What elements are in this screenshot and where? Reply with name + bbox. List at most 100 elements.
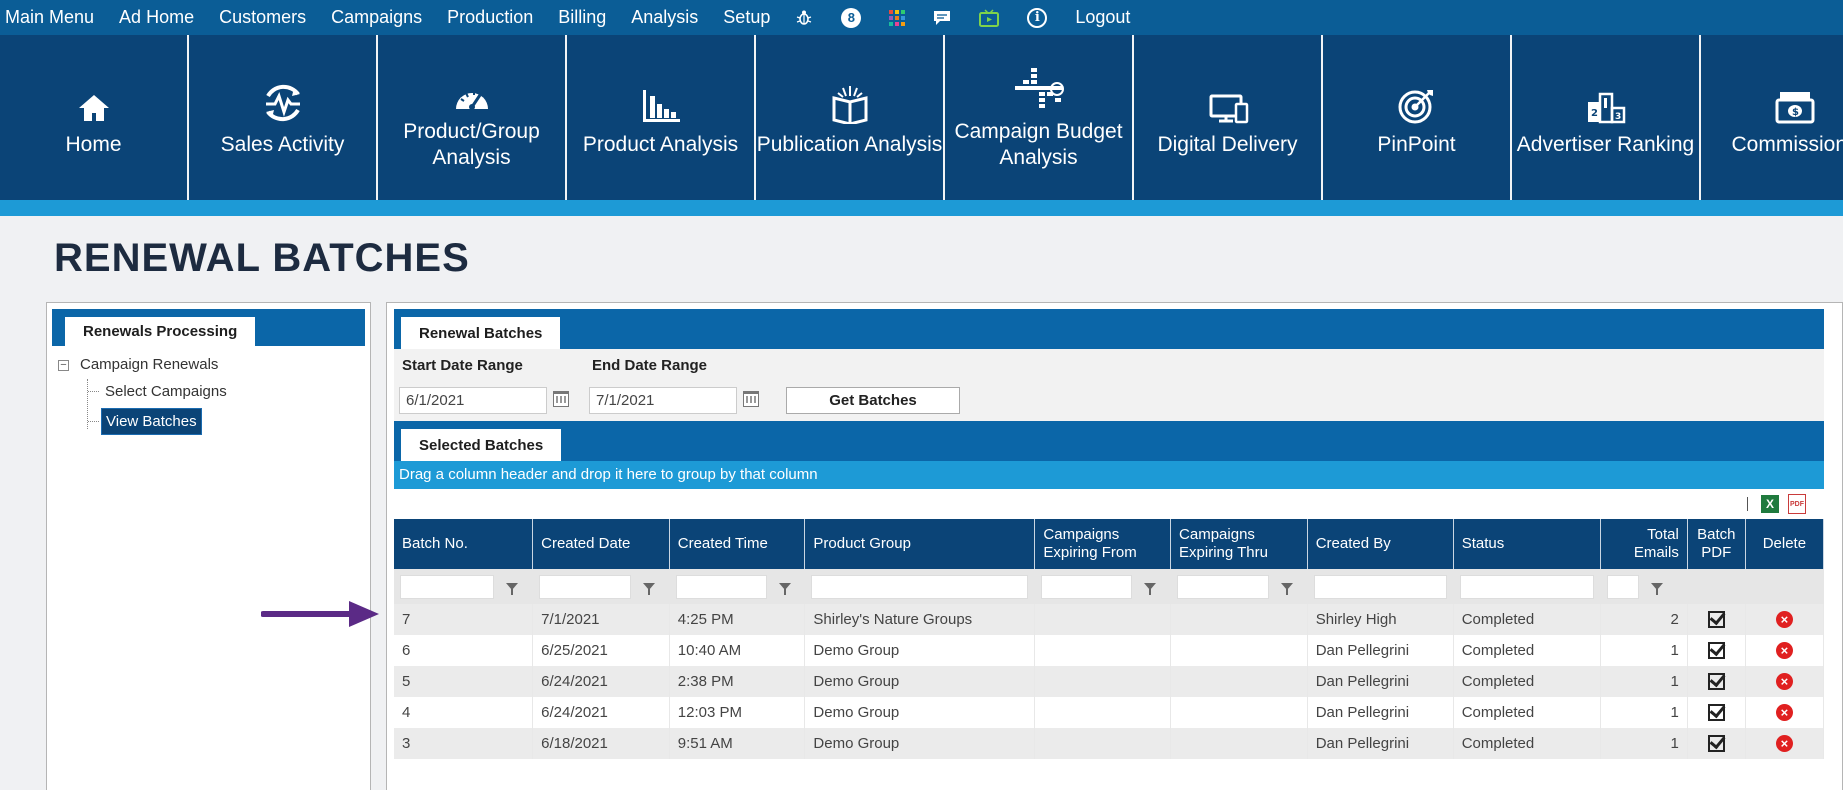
filter-icon[interactable] (1144, 583, 1157, 595)
batch-pdf-checkbox-icon[interactable] (1707, 735, 1725, 753)
filter-input[interactable] (1459, 574, 1594, 599)
menu-ad-home[interactable]: Ad Home (119, 7, 194, 28)
cell-expiring-from (1034, 635, 1172, 666)
column-header[interactable]: Total Emails (1600, 519, 1688, 569)
table-row[interactable]: 3 6/18/2021 9:51 AM Demo Group Dan Pelle… (394, 728, 1825, 759)
tile-sales-activity[interactable]: Sales Activity (189, 35, 378, 200)
tile-publication-analysis[interactable]: Publication Analysis (756, 35, 945, 200)
filter-input[interactable] (400, 574, 494, 599)
cell-created-date: 6/18/2021 (532, 728, 670, 759)
filter-input[interactable] (811, 574, 1029, 599)
batch-number-link[interactable]: 5 (394, 666, 534, 697)
info-icon[interactable]: i (1027, 7, 1048, 28)
cell-product-group: Demo Group (804, 728, 1036, 759)
column-header[interactable]: Delete (1745, 519, 1825, 569)
cell-created-date: 6/24/2021 (532, 697, 670, 728)
pdf-export-icon[interactable]: PDF (1788, 494, 1806, 514)
batch-pdf-checkbox-icon[interactable] (1707, 704, 1725, 722)
filter-icon[interactable] (778, 583, 791, 595)
batch-number-link[interactable]: 4 (394, 697, 534, 728)
cell-expiring-from (1034, 728, 1172, 759)
filter-input[interactable] (675, 574, 767, 599)
tile-digital-delivery[interactable]: Digital Delivery (1134, 35, 1323, 200)
batch-pdf-checkbox-icon[interactable] (1707, 611, 1725, 629)
tile-campaign-budget-analysis[interactable]: Campaign Budget Analysis (945, 35, 1134, 200)
bug-icon[interactable] (795, 9, 813, 27)
delete-icon[interactable]: × (1775, 611, 1793, 629)
excel-export-icon[interactable]: X (1761, 495, 1779, 513)
start-date-input[interactable]: 6/1/2021 (399, 387, 547, 414)
calendar-icon[interactable] (743, 391, 759, 407)
filter-icon[interactable] (1281, 583, 1294, 595)
cell-created-by: Dan Pellegrini (1307, 697, 1454, 728)
get-batches-button[interactable]: Get Batches (786, 387, 960, 414)
batch-pdf-checkbox-icon[interactable] (1707, 642, 1725, 660)
cell-total-emails: 1 (1600, 635, 1688, 666)
accent-strip (0, 200, 1843, 216)
table-row[interactable]: 7 7/1/2021 4:25 PM Shirley's Nature Grou… (394, 604, 1825, 635)
table-row[interactable]: 6 6/25/2021 10:40 AM Demo Group Dan Pell… (394, 635, 1825, 666)
end-date-input[interactable]: 7/1/2021 (589, 387, 737, 414)
tree-node-view-batches[interactable]: View Batches (88, 406, 370, 436)
cell-created-time: 10:40 AM (669, 635, 806, 666)
apps-grid-icon[interactable] (889, 9, 906, 26)
column-header[interactable]: Status (1453, 519, 1601, 569)
notification-badge-icon[interactable]: 8 (841, 7, 862, 28)
filter-icon[interactable] (643, 583, 656, 595)
tree-node-select-campaigns[interactable]: Select Campaigns (88, 376, 370, 406)
filter-icon[interactable] (506, 583, 518, 595)
svg-text:$: $ (1792, 107, 1799, 118)
tab-renewals-processing[interactable]: Renewals Processing (65, 317, 256, 346)
delete-icon[interactable]: × (1775, 673, 1793, 691)
menu-billing[interactable]: Billing (558, 7, 606, 28)
delete-icon[interactable]: × (1775, 704, 1793, 722)
table-row[interactable]: 4 6/24/2021 12:03 PM Demo Group Dan Pell… (394, 697, 1825, 728)
page-title: RENEWAL BATCHES (54, 236, 470, 280)
tile-product-analysis[interactable]: Product Analysis (567, 35, 756, 200)
column-header[interactable]: Batch PDF (1687, 519, 1746, 569)
tree-node-campaign-renewals[interactable]: Campaign Renewals (80, 354, 370, 376)
column-header[interactable]: Campaigns Expiring Thru (1170, 519, 1308, 569)
tile-commissions[interactable]: $ Commissions (1701, 35, 1843, 200)
tile-pinpoint[interactable]: PinPoint (1323, 35, 1512, 200)
group-drop-area[interactable]: Drag a column header and drop it here to… (394, 461, 1824, 489)
menu-analysis[interactable]: Analysis (631, 7, 698, 28)
tab-selected-batches[interactable]: Selected Batches (401, 429, 562, 461)
column-header[interactable]: Created By (1307, 519, 1454, 569)
collapse-icon[interactable]: − (58, 360, 69, 371)
calendar-icon[interactable] (553, 391, 569, 407)
filter-input[interactable] (1606, 574, 1639, 599)
target-icon (1398, 78, 1436, 124)
column-header[interactable]: Created Time (669, 519, 806, 569)
delete-icon[interactable]: × (1775, 642, 1793, 660)
devices-icon (1207, 78, 1249, 124)
table-row[interactable]: 5 6/24/2021 2:38 PM Demo Group Dan Pelle… (394, 666, 1825, 697)
menu-campaigns[interactable]: Campaigns (331, 7, 422, 28)
menu-customers[interactable]: Customers (219, 7, 306, 28)
column-header[interactable]: Created Date (532, 519, 670, 569)
menu-logout[interactable]: Logout (1075, 7, 1130, 28)
batch-pdf-checkbox-icon[interactable] (1707, 673, 1725, 691)
filter-icon[interactable] (1650, 583, 1663, 595)
tile-product-group-analysis[interactable]: Product/Group Analysis (378, 35, 567, 200)
tv-icon[interactable] (979, 8, 1000, 27)
column-header[interactable]: Campaigns Expiring From (1034, 519, 1172, 569)
column-header[interactable]: Batch No. (394, 519, 534, 569)
tab-renewal-batches[interactable]: Renewal Batches (401, 317, 561, 349)
batch-number-link[interactable]: 3 (394, 728, 534, 759)
filter-input[interactable] (539, 574, 632, 599)
filter-input[interactable] (1313, 574, 1447, 599)
menu-production[interactable]: Production (447, 7, 533, 28)
tile-home[interactable]: Home (0, 35, 189, 200)
menu-setup[interactable]: Setup (723, 7, 770, 28)
filter-input[interactable] (1041, 574, 1133, 599)
chat-icon[interactable] (933, 10, 951, 26)
filter-input[interactable] (1177, 574, 1270, 599)
tile-advertiser-ranking[interactable]: 23 Advertiser Ranking (1512, 35, 1701, 200)
delete-icon[interactable]: × (1775, 735, 1793, 753)
column-header[interactable]: Product Group (804, 519, 1036, 569)
batch-number-link[interactable]: 7 (394, 604, 534, 635)
batch-number-link[interactable]: 6 (394, 635, 534, 666)
cell-expiring-thru (1170, 728, 1308, 759)
menu-main-menu[interactable]: Main Menu (5, 7, 94, 28)
